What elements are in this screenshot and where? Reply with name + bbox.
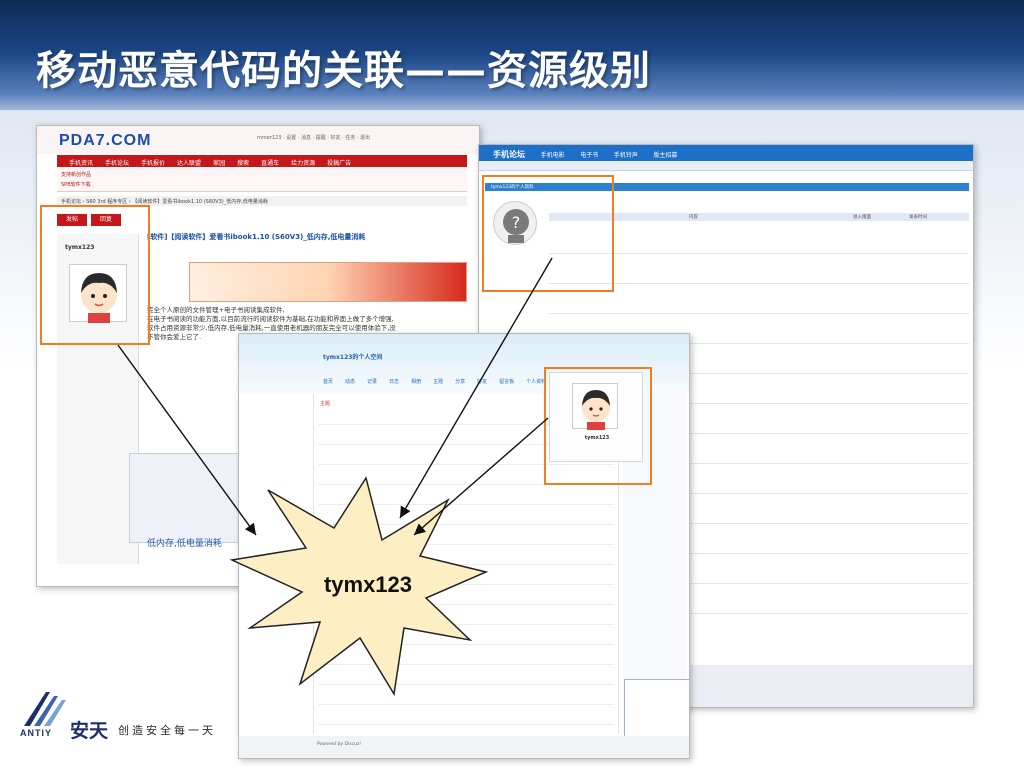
arrow-from-middle: [413, 417, 549, 536]
linked-username-label: tymx123: [323, 572, 413, 597]
brand-slogan: 创造安全每一天: [118, 724, 216, 737]
brand-name-en: ANTIY: [20, 728, 52, 738]
antiy-mark-icon: [24, 692, 66, 726]
arrow-from-left: [117, 344, 257, 536]
relation-arrows: [117, 257, 553, 697]
antiy-logo: ANTIY 安天 创造安全每一天: [16, 688, 232, 748]
brand-name-cn: 安天: [70, 720, 109, 742]
arrow-from-right: [399, 257, 553, 519]
